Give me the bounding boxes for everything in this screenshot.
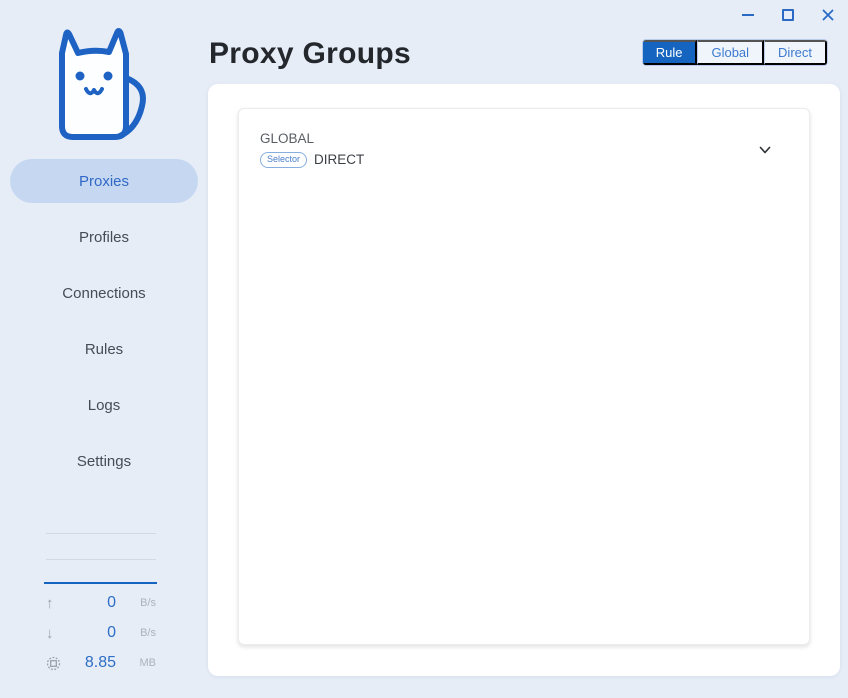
group-name: GLOBAL — [260, 131, 315, 146]
sidebar-item-settings[interactable]: Settings — [10, 439, 198, 483]
minimize-button[interactable] — [728, 0, 768, 30]
page-title: Proxy Groups — [209, 37, 411, 70]
sidebar-item-label: Profiles — [78, 228, 130, 246]
download-sparkline — [46, 559, 156, 560]
proxy-groups-panel: GLOBAL Selector DIRECT — [208, 84, 840, 676]
download-speed-unit: B/s — [140, 627, 156, 639]
traffic-stats: ↑ 0 B/s ↓ 0 B/s 8.85 MB — [0, 588, 208, 678]
upload-speed-value: 0 — [107, 594, 116, 611]
upload-stat-row: ↑ 0 B/s — [0, 588, 208, 618]
arrow-down-icon: ↓ — [46, 624, 54, 642]
mode-selector: Rule Global Direct — [641, 39, 828, 66]
total-traffic-unit: MB — [139, 657, 157, 669]
mode-direct-button[interactable]: Direct — [764, 40, 827, 65]
close-button[interactable] — [808, 0, 848, 30]
close-icon — [822, 9, 834, 21]
total-traffic-stat-row: 8.85 MB — [0, 648, 208, 678]
total-traffic-value: 8.85 — [84, 654, 116, 671]
app-window: Proxies Profiles Connections Rules Logs … — [0, 0, 848, 698]
sidebar-item-connections[interactable]: Connections — [10, 271, 198, 315]
sidebar-item-label: Rules — [84, 340, 124, 358]
maximize-button[interactable] — [768, 0, 808, 30]
sidebar-nav: Proxies Profiles Connections Rules Logs … — [0, 159, 208, 495]
window-controls — [728, 0, 848, 30]
upload-speed-unit: B/s — [140, 597, 156, 609]
mode-direct-label: Direct — [778, 45, 812, 60]
sidebar-item-label: Connections — [62, 284, 146, 302]
minimize-icon — [742, 14, 754, 16]
proxy-group-header[interactable]: GLOBAL Selector DIRECT — [239, 109, 809, 168]
group-selected-proxy: DIRECT — [314, 152, 365, 168]
proxy-group-card: GLOBAL Selector DIRECT — [238, 108, 810, 645]
cat-logo-icon — [59, 28, 146, 140]
sidebar-item-logs[interactable]: Logs — [10, 383, 198, 427]
sidebar-item-label: Proxies — [78, 172, 130, 190]
mode-global-button[interactable]: Global — [697, 40, 765, 65]
sidebar-item-label: Logs — [87, 396, 121, 414]
sidebar-item-proxies[interactable]: Proxies — [10, 159, 198, 203]
sidebar-item-profiles[interactable]: Profiles — [10, 215, 198, 259]
group-selection-row: Selector DIRECT — [260, 152, 789, 168]
mode-rule-label: Rule — [655, 45, 683, 60]
chevron-down-icon[interactable] — [757, 142, 773, 163]
network-usage-icon — [46, 656, 64, 671]
sparkline-axis — [44, 582, 157, 584]
cat-logo — [54, 26, 154, 149]
download-speed-value: 0 — [107, 624, 116, 641]
mode-global-label: Global — [711, 45, 750, 60]
sidebar-item-label: Settings — [76, 452, 132, 470]
mode-rule-button[interactable]: Rule — [642, 40, 698, 65]
arrow-up-icon: ↑ — [46, 594, 54, 612]
download-stat-row: ↓ 0 B/s — [0, 618, 208, 648]
sidebar: Proxies Profiles Connections Rules Logs … — [0, 0, 208, 698]
group-type-badge: Selector — [260, 152, 308, 168]
sidebar-item-rules[interactable]: Rules — [10, 327, 198, 371]
upload-sparkline — [46, 533, 156, 534]
maximize-icon — [782, 9, 794, 21]
